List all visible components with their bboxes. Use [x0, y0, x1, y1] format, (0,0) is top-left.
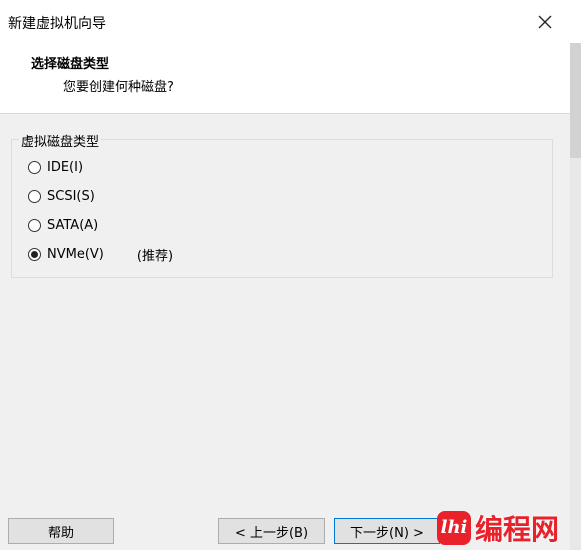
watermark: lhi 编程网 — [437, 505, 581, 550]
radio-icon[interactable] — [28, 218, 41, 232]
radio-sata[interactable]: SATA(A) — [28, 214, 98, 236]
radio-icon[interactable] — [28, 247, 41, 261]
radio-scsi[interactable]: SCSI(S) — [28, 185, 95, 207]
radio-label: SCSI(S) — [47, 188, 95, 204]
scrollbar-thumb[interactable] — [570, 43, 581, 158]
page-subtitle: 您要创建何种磁盘? — [63, 80, 174, 95]
disk-type-group: 虚拟磁盘类型 IDE(I) SCSI(S) SATA(A) NVMe(V) (推… — [11, 131, 553, 278]
help-button[interactable]: 帮助 — [8, 518, 114, 544]
close-button[interactable] — [530, 8, 560, 36]
radio-icon[interactable] — [28, 160, 41, 174]
next-button[interactable]: 下一步(N) > — [334, 518, 440, 544]
watermark-logo: lhi — [437, 510, 471, 545]
scrollbar[interactable] — [570, 43, 581, 550]
window-title: 新建虚拟机向导 — [8, 16, 106, 32]
title-bar: 新建虚拟机向导 — [0, 0, 581, 43]
back-button[interactable]: < 上一步(B) — [218, 518, 325, 544]
close-icon — [538, 15, 552, 29]
radio-label: NVMe(V) — [47, 246, 104, 262]
group-label: 虚拟磁盘类型 — [19, 131, 102, 150]
page-title: 选择磁盘类型 — [31, 57, 110, 72]
radio-label: SATA(A) — [47, 217, 99, 233]
radio-icon[interactable] — [28, 189, 41, 203]
recommended-note: (推荐) — [136, 248, 174, 264]
watermark-text: 编程网 — [475, 512, 560, 546]
radio-nvme[interactable]: NVMe(V) (推荐) — [28, 243, 173, 265]
wizard-header: 选择磁盘类型 您要创建何种磁盘? — [0, 43, 570, 114]
radio-label: IDE(I) — [47, 159, 84, 175]
radio-ide[interactable]: IDE(I) — [28, 156, 83, 178]
